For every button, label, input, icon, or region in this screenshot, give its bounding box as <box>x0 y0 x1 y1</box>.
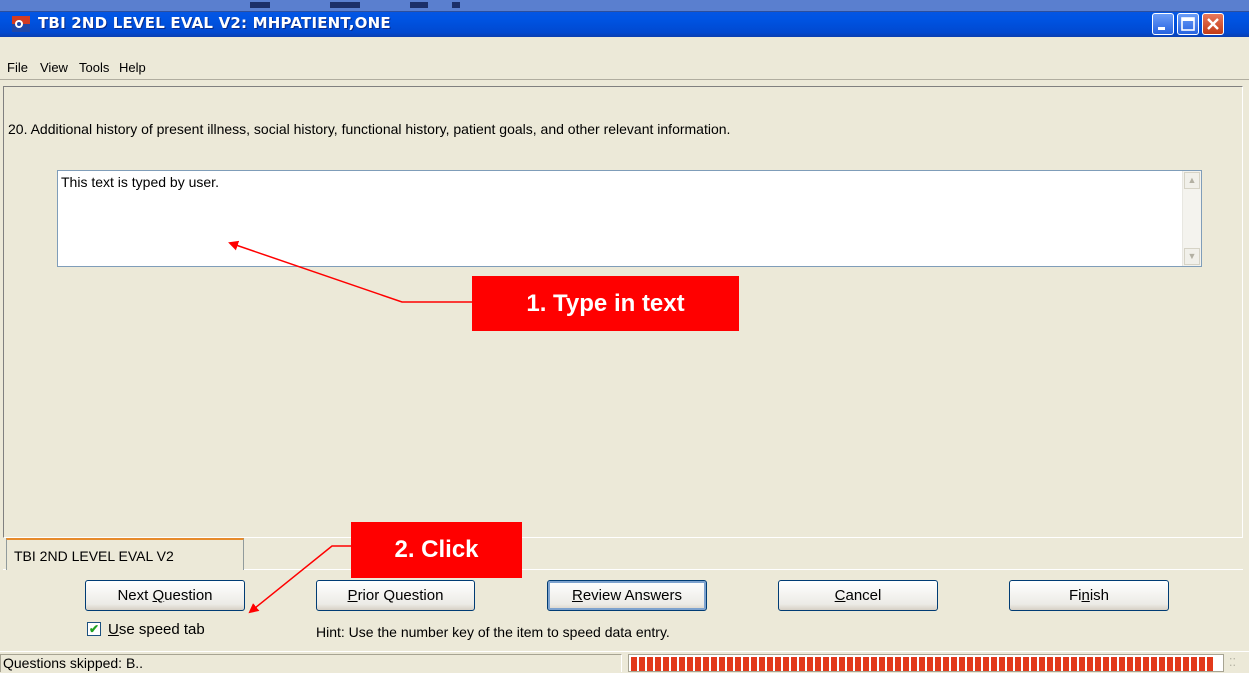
annotation-step1: 1. Type in text <box>472 276 739 331</box>
annotation-step2: 2. Click <box>351 522 522 578</box>
annotation-arrow-2 <box>248 545 351 614</box>
annotation-arrows <box>228 240 472 614</box>
annotation-arrow-1 <box>228 240 472 303</box>
